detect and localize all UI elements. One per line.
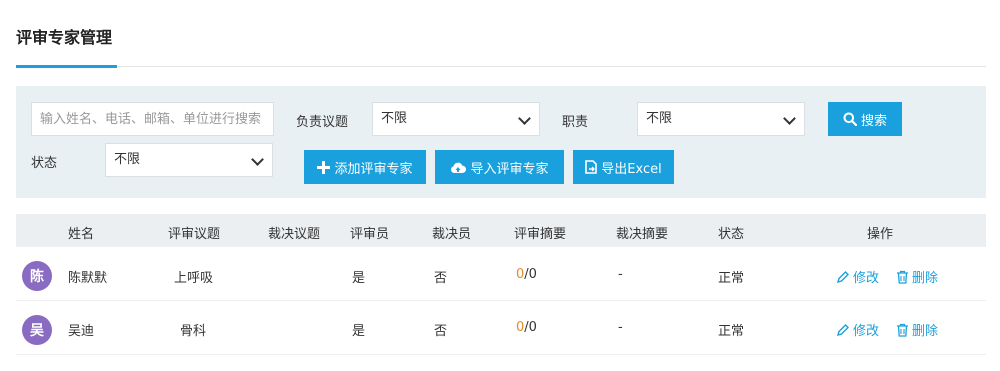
import-expert-label: 导入评审专家 xyxy=(470,161,549,177)
reviewer-cell: 是 xyxy=(352,324,366,339)
column-header: 裁决摘要 xyxy=(616,227,669,242)
topic-filter-label: 负责议题 xyxy=(296,115,349,130)
search-input[interactable] xyxy=(31,102,274,136)
edit-button[interactable]: 修改 xyxy=(836,320,879,339)
avatar: 吴 xyxy=(22,315,52,345)
duty-select-value: 不限 xyxy=(646,111,673,126)
delete-label: 删除 xyxy=(912,271,939,286)
table-row: 陈 陈默默 上呼吸 是 否 0/0 - 正常 修改 删除 xyxy=(16,248,986,301)
search-button[interactable]: 搜索 xyxy=(828,102,902,136)
column-header: 操作 xyxy=(867,227,894,242)
chevron-down-icon xyxy=(783,112,796,125)
name-cell: 陈默默 xyxy=(68,271,108,286)
review-summary-cell: 0/0 xyxy=(516,320,537,335)
reviewer-cell: 是 xyxy=(352,271,366,286)
arbiter-cell: 否 xyxy=(434,324,448,339)
avatar: 陈 xyxy=(22,261,52,291)
review-total-count: /0 xyxy=(524,320,537,335)
search-icon xyxy=(843,112,857,126)
column-header: 裁决议题 xyxy=(268,227,321,242)
pencil-icon xyxy=(836,270,849,283)
title-underline xyxy=(16,65,117,68)
export-excel-label: 导出Excel xyxy=(601,161,662,177)
column-header: 评审议题 xyxy=(168,227,221,242)
trash-icon xyxy=(897,270,908,284)
page-title: 评审专家管理 xyxy=(16,28,113,47)
file-export-icon xyxy=(585,160,598,174)
review-total-count: /0 xyxy=(524,267,537,282)
pencil-icon xyxy=(836,323,849,336)
review-summary-cell: 0/0 xyxy=(516,267,537,282)
table-row: 吴 吴迪 骨科 是 否 0/0 - 正常 修改 删除 xyxy=(16,302,986,355)
cloud-upload-icon xyxy=(450,161,467,174)
delete-label: 删除 xyxy=(912,324,939,339)
filter-panel: 负责议题 不限 职责 不限 搜索 状态 不限 添加评审专家 导入评审专家 导出E xyxy=(16,86,986,198)
column-header: 裁决员 xyxy=(432,227,472,242)
status-cell: 正常 xyxy=(718,271,745,286)
edit-label: 修改 xyxy=(853,271,880,286)
column-header: 姓名 xyxy=(68,227,95,242)
ruling-summary-cell: - xyxy=(618,267,623,282)
table-header: 姓名 评审议题 裁决议题 评审员 裁决员 评审摘要 裁决摘要 状态 操作 xyxy=(16,214,986,247)
review-topic-cell: 上呼吸 xyxy=(174,271,214,286)
import-expert-button[interactable]: 导入评审专家 xyxy=(435,150,564,184)
status-select[interactable]: 不限 xyxy=(105,143,273,177)
edit-button[interactable]: 修改 xyxy=(836,267,879,286)
chevron-down-icon xyxy=(251,153,264,166)
duty-select[interactable]: 不限 xyxy=(637,102,805,136)
column-header: 状态 xyxy=(718,227,745,242)
topic-select[interactable]: 不限 xyxy=(372,102,540,136)
add-expert-button[interactable]: 添加评审专家 xyxy=(304,150,426,184)
ruling-summary-cell: - xyxy=(618,320,623,335)
column-header: 评审员 xyxy=(350,227,390,242)
review-topic-cell: 骨科 xyxy=(180,324,207,339)
name-cell: 吴迪 xyxy=(68,324,95,339)
add-expert-label: 添加评审专家 xyxy=(334,161,413,177)
status-select-value: 不限 xyxy=(114,152,141,167)
search-button-label: 搜索 xyxy=(860,113,887,129)
column-header: 评审摘要 xyxy=(514,227,567,242)
title-divider xyxy=(16,66,986,67)
trash-icon xyxy=(897,323,908,337)
plus-icon xyxy=(317,160,331,174)
status-filter-label: 状态 xyxy=(31,156,58,171)
delete-button[interactable]: 删除 xyxy=(896,267,938,286)
delete-button[interactable]: 删除 xyxy=(896,320,938,339)
duty-filter-label: 职责 xyxy=(562,115,589,130)
edit-label: 修改 xyxy=(853,324,880,339)
chevron-down-icon xyxy=(518,112,531,125)
arbiter-cell: 否 xyxy=(434,271,448,286)
export-excel-button[interactable]: 导出Excel xyxy=(573,150,674,184)
topic-select-value: 不限 xyxy=(381,111,408,126)
status-cell: 正常 xyxy=(718,324,745,339)
